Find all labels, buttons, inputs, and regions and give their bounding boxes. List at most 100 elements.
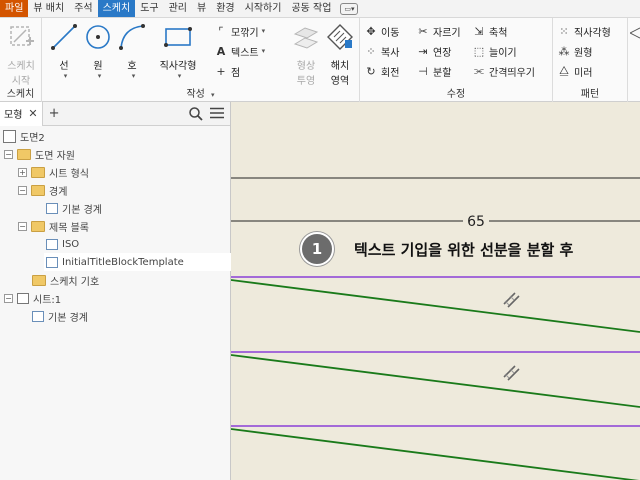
tab-sketch[interactable]: 스케치 xyxy=(97,0,136,17)
arc-button[interactable]: 호 ▾ xyxy=(112,22,152,80)
hatch-label-1: 해치 xyxy=(330,61,350,72)
collapse-icon[interactable]: − xyxy=(18,221,27,231)
offset-button[interactable]: ⫘ 간격띄우기 xyxy=(472,62,535,80)
extend-icon: ⇥ xyxy=(418,44,428,58)
tab-get-started[interactable]: 시작하기 xyxy=(240,0,287,17)
hamburger-menu-icon[interactable] xyxy=(210,107,224,119)
border-icon xyxy=(32,310,44,322)
overflow-arrow-icon[interactable] xyxy=(630,26,640,40)
canvas-geometry: 65 xyxy=(231,177,640,480)
sketch-panel-label: 스케치 xyxy=(6,89,35,100)
fillet-icon: ⌜ xyxy=(218,24,224,38)
point-button[interactable]: + 점 xyxy=(214,62,240,80)
create-panel-label: 작성 ▾ xyxy=(186,89,215,100)
start-sketch-label-1: 스케치 xyxy=(7,61,35,72)
line-icon xyxy=(51,24,77,50)
modify-panel-label: 수정 xyxy=(446,89,466,100)
tree-node-sketch-symbols[interactable]: 스케치 기호 xyxy=(32,271,99,289)
parallel-constraint-icon[interactable] xyxy=(503,365,520,381)
green-line-3[interactable] xyxy=(231,428,640,480)
circle-label: 원 xyxy=(93,61,103,72)
dimension-value[interactable]: 65 xyxy=(467,214,485,230)
start-sketch-button[interactable]: 스케치 시작 xyxy=(1,22,41,87)
arc-label: 호 xyxy=(127,61,137,72)
scale-icon: ⇲ xyxy=(474,24,484,38)
fillet-button[interactable]: ⌜ 모깎기 ▾ xyxy=(214,22,265,40)
search-icon[interactable] xyxy=(188,106,204,122)
rectangle-button[interactable]: 직사각형 ▾ xyxy=(150,22,206,80)
add-tab-icon[interactable]: + xyxy=(49,106,60,121)
tree-node-sheet-formats[interactable]: + 시트 형식 xyxy=(18,163,89,181)
tree-node-drawing[interactable]: 도면2 xyxy=(3,127,45,145)
tree-node-default-border[interactable]: 기본 경계 xyxy=(46,199,102,217)
scale-label: 축척 xyxy=(489,27,508,39)
extend-label: 연장 xyxy=(433,47,452,59)
rotate-button[interactable]: ↻ 회전 xyxy=(364,62,399,80)
title-block-icon xyxy=(46,238,58,250)
point-icon: + xyxy=(216,64,226,78)
split-label: 분할 xyxy=(433,67,452,79)
move-label: 이동 xyxy=(381,27,400,39)
stretch-button[interactable]: ⬚ 늘이기 xyxy=(472,42,517,60)
split-icon: ⊣ xyxy=(418,64,428,78)
move-button[interactable]: ✥ 이동 xyxy=(364,22,399,40)
sheet-icon xyxy=(17,292,29,304)
folder-icon xyxy=(17,148,31,160)
tab-view[interactable]: 뷰 xyxy=(192,0,211,17)
point-label: 점 xyxy=(231,67,241,79)
ribbon-overflow xyxy=(628,18,640,102)
move-icon: ✥ xyxy=(366,24,376,38)
copy-button[interactable]: ⁘ 복사 xyxy=(364,42,399,60)
tree-node-initial-title-block[interactable]: InitialTitleBlockTemplate xyxy=(44,253,231,271)
tab-manage[interactable]: 관리 xyxy=(164,0,192,17)
collapse-icon[interactable]: − xyxy=(4,293,13,303)
pattern-panel-label: 패턴 xyxy=(580,89,600,100)
text-button[interactable]: A 텍스트 ▾ xyxy=(214,42,265,60)
circ-pattern-label: 원형 xyxy=(574,47,593,59)
tab-environment[interactable]: 환경 xyxy=(211,0,239,17)
rect-pattern-button[interactable]: ⁙ 직사각형 xyxy=(557,22,610,40)
project-geometry-icon xyxy=(293,27,319,49)
title-block-icon xyxy=(46,256,58,268)
stretch-label: 늘이기 xyxy=(489,47,517,59)
tree-node-sheet-1[interactable]: − 시트:1 xyxy=(4,289,61,307)
hatch-region-button[interactable]: 해치 영역 xyxy=(320,22,360,87)
green-line-1[interactable] xyxy=(231,279,640,333)
mirror-label: 미러 xyxy=(574,67,593,79)
line-label: 선 xyxy=(59,61,69,72)
tree-node-sheet-default-border[interactable]: 기본 경계 xyxy=(32,307,88,325)
tree-node-drawing-resources[interactable]: − 도면 자원 xyxy=(4,145,75,163)
browser-tab-model[interactable]: 모형 ✕ xyxy=(0,101,43,126)
scale-button[interactable]: ⇲ 축척 xyxy=(472,22,507,40)
tab-file[interactable]: 파일 xyxy=(0,0,29,17)
tab-view-layout[interactable]: 뷰 배치 xyxy=(28,0,69,17)
tree-node-borders[interactable]: − 경계 xyxy=(18,181,67,199)
split-button[interactable]: ⊣ 분할 xyxy=(416,62,451,80)
extend-button[interactable]: ⇥ 연장 xyxy=(416,42,451,60)
tree-node-iso[interactable]: ISO xyxy=(46,235,79,253)
expand-icon[interactable]: + xyxy=(18,167,27,177)
collapse-icon[interactable]: − xyxy=(4,149,13,159)
modify-panel: ✥ 이동 ⁘ 복사 ↻ 회전 ✂ 자르기 ⇥ 연장 ⊣ 분할 ⇲ 축척 ⬚ 늘이기 ⫘ 간격띄우기… xyxy=(360,18,553,102)
tab-annotate[interactable]: 주석 xyxy=(69,0,97,17)
sketch-panel: 스케치 시작 스케치 xyxy=(0,18,42,102)
rectangle-label: 직사각형 xyxy=(159,61,197,72)
folder-icon xyxy=(31,166,45,178)
circ-pattern-button[interactable]: ⁂ 원형 xyxy=(557,42,593,60)
drawing-canvas[interactable]: 65 xyxy=(231,102,640,480)
ribbon-options-icon[interactable]: ▭▾ xyxy=(340,3,359,15)
step-number-badge: 1 xyxy=(300,232,334,266)
pattern-panel: ⁙ 직사각형 ⁂ 원형 ⧋ 미러 패턴 xyxy=(553,18,628,102)
mirror-button[interactable]: ⧋ 미러 xyxy=(557,62,592,80)
trim-button[interactable]: ✂ 자르기 xyxy=(416,22,460,40)
tab-tools[interactable]: 도구 xyxy=(135,0,163,17)
close-icon[interactable]: ✕ xyxy=(28,107,37,120)
instruction-caption: 텍스트 기입을 위한 선분을 분할 후 xyxy=(354,241,574,259)
parallel-constraint-icon[interactable] xyxy=(503,292,520,308)
tab-collaborate[interactable]: 공동 작업 xyxy=(286,0,336,17)
start-sketch-icon xyxy=(10,26,34,46)
tree-node-title-blocks[interactable]: − 제목 블록 xyxy=(18,217,89,235)
green-line-2[interactable] xyxy=(231,354,640,408)
folder-icon xyxy=(31,220,45,232)
collapse-icon[interactable]: − xyxy=(18,185,27,195)
